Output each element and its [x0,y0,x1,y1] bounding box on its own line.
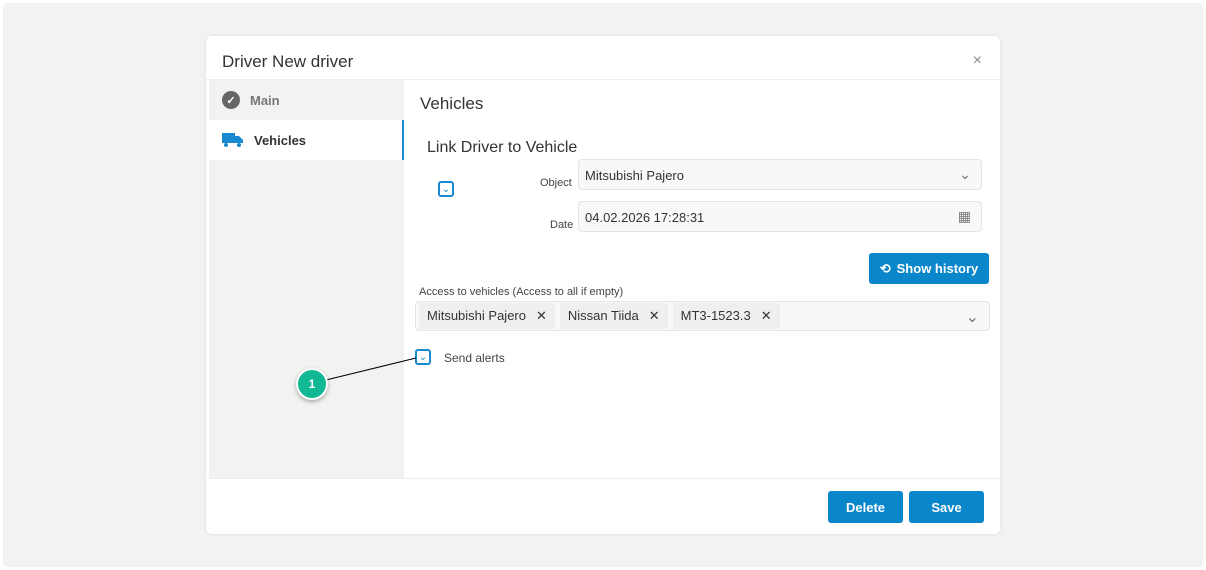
annotation-line [325,357,417,381]
annotation-badge: 1 [296,368,328,400]
